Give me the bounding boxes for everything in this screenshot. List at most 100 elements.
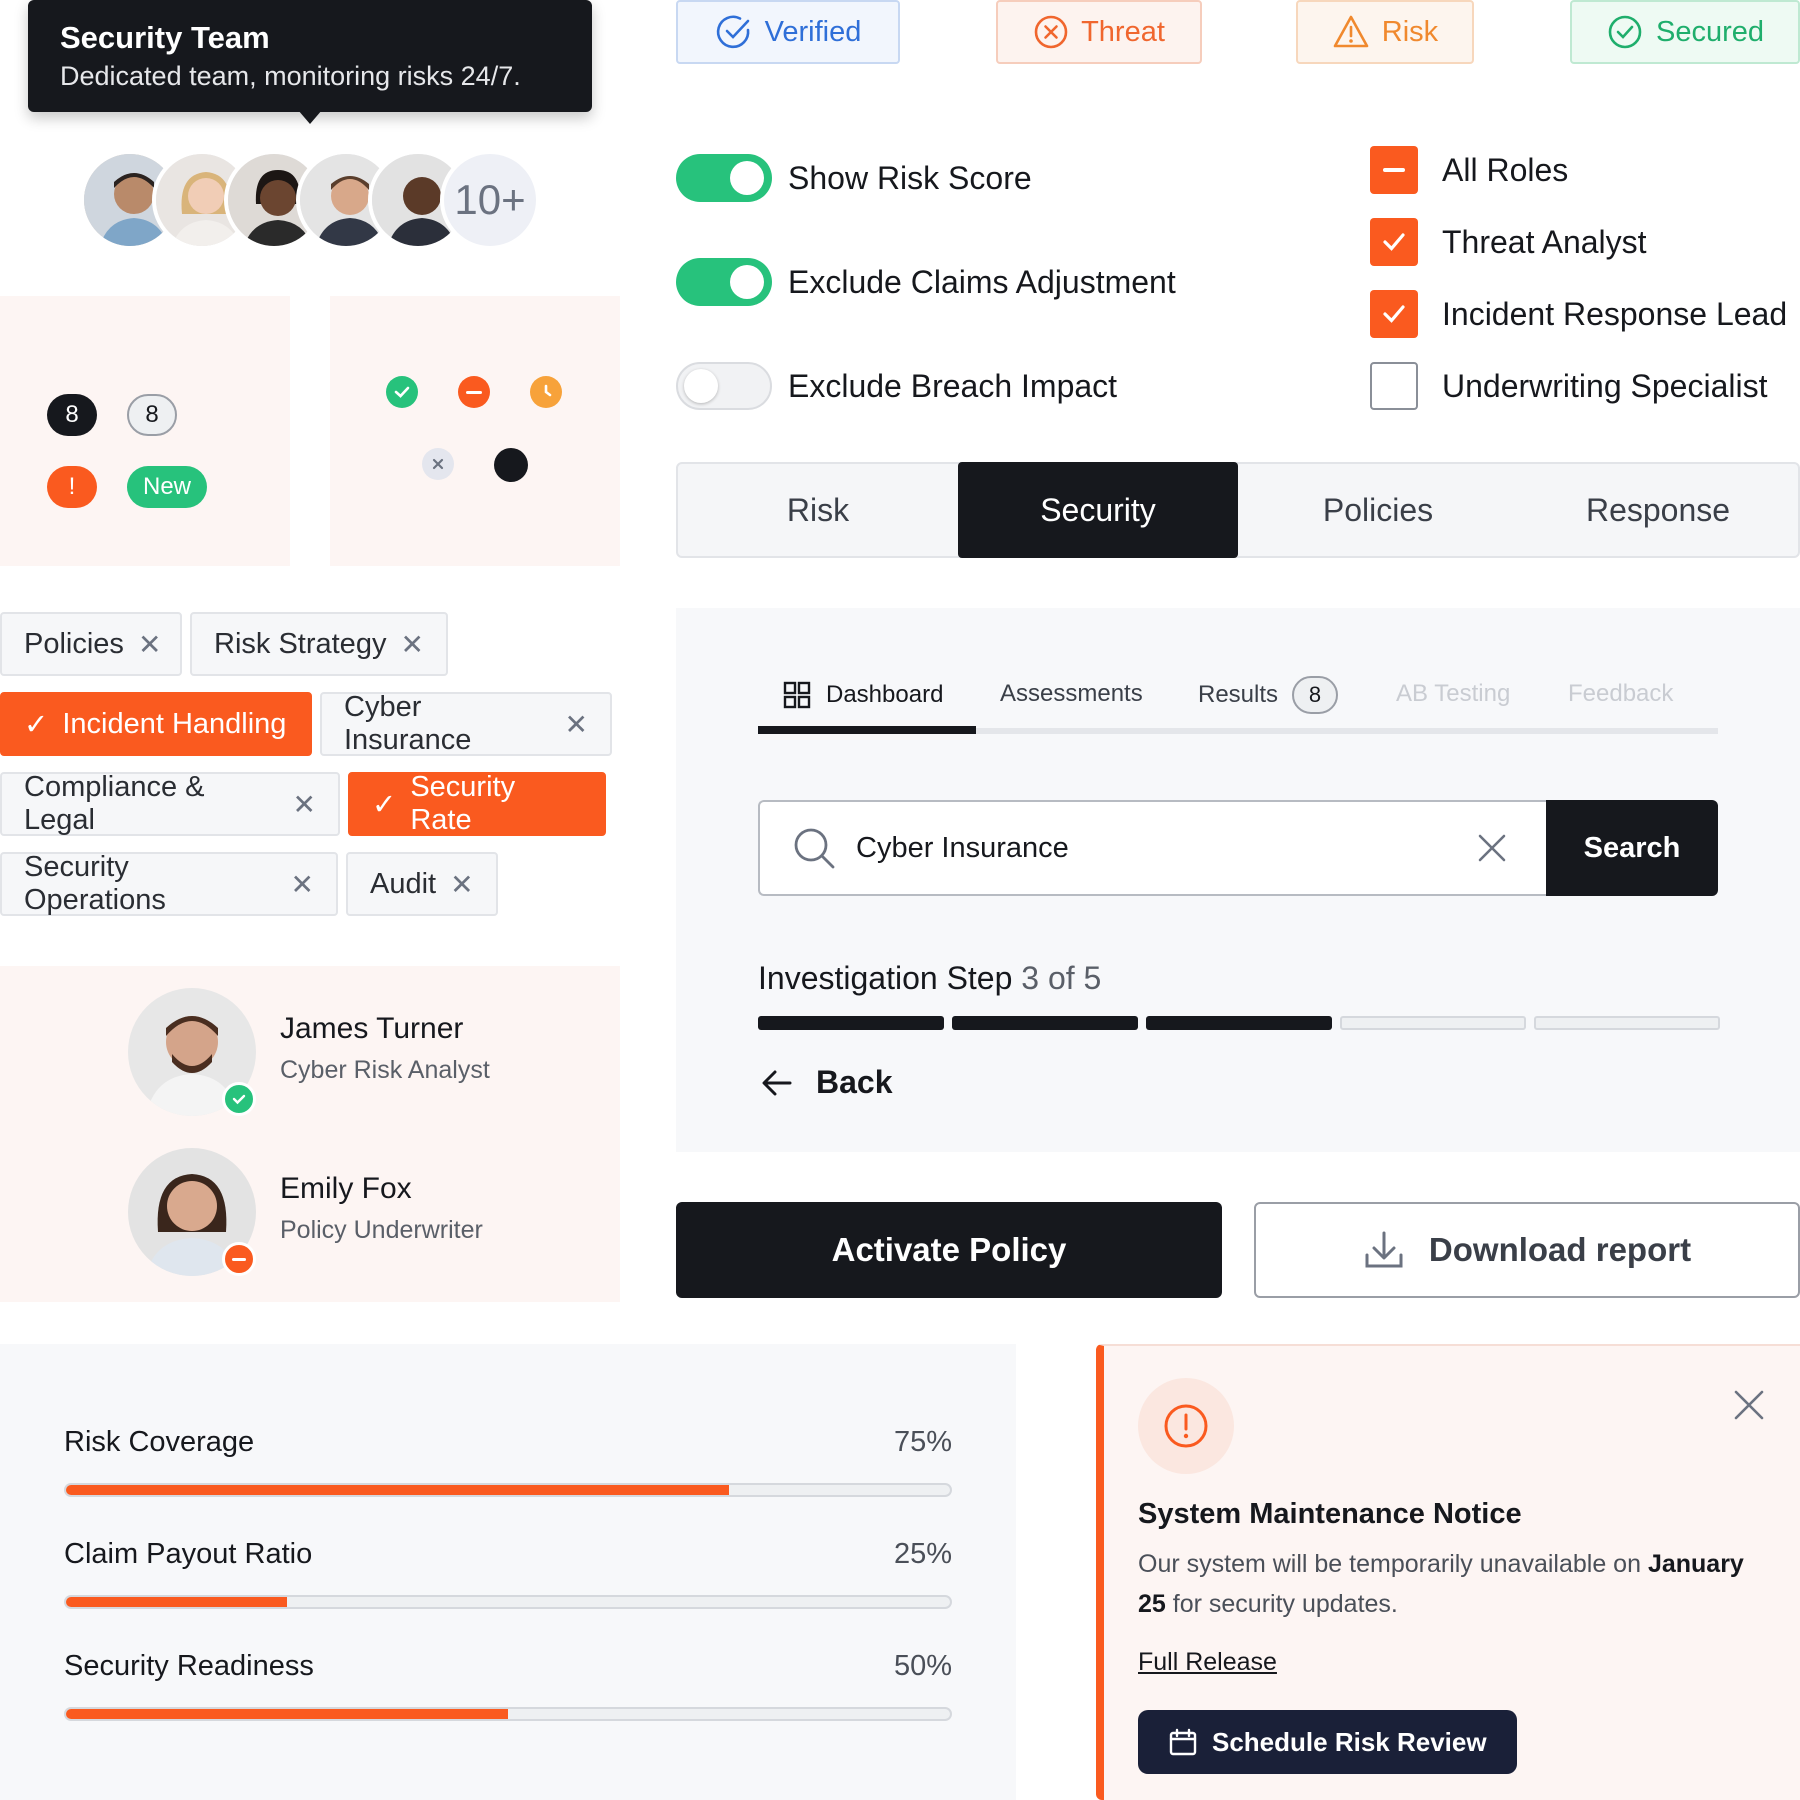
warning-triangle-icon bbox=[1333, 15, 1369, 48]
badge-panel: 8 8 ! New bbox=[0, 296, 290, 566]
close-icon[interactable] bbox=[1732, 1388, 1766, 1422]
stepper-segment bbox=[1340, 1016, 1526, 1030]
full-release-link[interactable]: Full Release bbox=[1138, 1648, 1277, 1677]
tab-label: Assessments bbox=[1000, 680, 1143, 707]
progress-fill bbox=[66, 1485, 729, 1495]
progress-fill bbox=[66, 1597, 287, 1607]
notice-text: Our system will be temporarily unavailab… bbox=[1138, 1550, 1641, 1578]
progress-row: Security Readiness 50% bbox=[64, 1650, 952, 1721]
clear-icon[interactable] bbox=[1476, 832, 1508, 864]
status-pill-threat: Threat bbox=[996, 0, 1202, 64]
person-name: Emily Fox bbox=[280, 1172, 412, 1205]
person-name: James Turner bbox=[280, 1012, 464, 1045]
stepper-segment bbox=[1534, 1016, 1720, 1030]
stepper-progress: 3 of 5 bbox=[1021, 960, 1102, 996]
person-avatar[interactable] bbox=[128, 988, 256, 1116]
search-input[interactable]: Cyber Insurance bbox=[856, 832, 1476, 865]
close-status-icon bbox=[422, 448, 454, 480]
chip-policies[interactable]: Policies ✕ bbox=[0, 612, 182, 676]
toggle-label: Show Risk Score bbox=[788, 159, 1032, 196]
checkbox-underwriting-specialist[interactable]: Underwriting Specialist bbox=[1370, 362, 1767, 410]
check-icon: ✓ bbox=[372, 788, 397, 821]
chip-security-operations[interactable]: Security Operations ✕ bbox=[0, 851, 338, 916]
status-pill-secured: Secured bbox=[1570, 0, 1800, 64]
maintenance-notice: System Maintenance Notice Our system wil… bbox=[1096, 1344, 1800, 1800]
tab-dashboard[interactable]: Dashboard bbox=[782, 680, 943, 710]
toggle-label: Exclude Breach Impact bbox=[788, 367, 1118, 404]
tooltip-title: Security Team bbox=[60, 20, 270, 55]
tab-assessments[interactable]: Assessments bbox=[1000, 680, 1143, 708]
toggle-switch[interactable] bbox=[676, 154, 772, 202]
arrow-left-icon bbox=[762, 1070, 792, 1095]
tab-security[interactable]: Security bbox=[958, 462, 1238, 558]
toggle-switch[interactable] bbox=[676, 362, 772, 410]
chip-label: Security Rate bbox=[410, 771, 516, 836]
download-report-button[interactable]: Download report bbox=[1254, 1202, 1800, 1298]
tab-feedback: Feedback bbox=[1568, 680, 1673, 708]
avatar-group[interactable]: 10+ bbox=[80, 150, 540, 250]
progress-panel: Risk Coverage 75% Claim Payout Ratio 25%… bbox=[0, 1344, 1016, 1800]
chip-security-rate[interactable]: ✓ Security Rate bbox=[348, 771, 606, 836]
status-pill-risk: Risk bbox=[1296, 0, 1474, 64]
tab-policies[interactable]: Policies bbox=[1238, 464, 1518, 556]
checkbox-label: Underwriting Specialist bbox=[1442, 367, 1768, 404]
activate-policy-button[interactable]: Activate Policy bbox=[676, 1202, 1222, 1298]
tab-label: AB Testing bbox=[1396, 680, 1511, 707]
toggle-switch[interactable] bbox=[676, 258, 772, 306]
chip-cyber-insurance[interactable]: Cyber Insurance ✕ bbox=[320, 691, 612, 756]
tab-response[interactable]: Response bbox=[1518, 464, 1798, 556]
progress-row: Risk Coverage 75% bbox=[64, 1426, 952, 1497]
checkbox-incident-response-lead[interactable]: Incident Response Lead bbox=[1370, 290, 1787, 338]
remove-icon[interactable]: ✕ bbox=[400, 628, 423, 661]
chip-audit[interactable]: Audit ✕ bbox=[346, 852, 498, 916]
chip-compliance-legal[interactable]: Compliance & Legal ✕ bbox=[0, 771, 340, 836]
button-label: Schedule Risk Review bbox=[1212, 1726, 1487, 1757]
remove-icon[interactable]: ✕ bbox=[450, 868, 473, 901]
busy-status-icon bbox=[222, 1242, 256, 1276]
checkmark-icon[interactable] bbox=[1370, 290, 1418, 338]
chip-label: Security Operations bbox=[24, 851, 166, 916]
toggle-exclude-claims-adjustment[interactable]: Exclude Claims Adjustment bbox=[676, 258, 1176, 306]
chip-risk-strategy[interactable]: Risk Strategy ✕ bbox=[190, 612, 448, 676]
progress-row: Claim Payout Ratio 25% bbox=[64, 1538, 952, 1609]
chip-label: Risk Strategy bbox=[214, 627, 387, 660]
checkbox-all-roles[interactable]: All Roles bbox=[1370, 146, 1568, 194]
tab-results[interactable]: Results 8 bbox=[1198, 676, 1339, 714]
status-dot-panel bbox=[330, 296, 620, 566]
toggle-show-risk-score[interactable]: Show Risk Score bbox=[676, 154, 1032, 202]
tooltip-arrow bbox=[298, 110, 322, 124]
status-pill-label: Verified bbox=[764, 15, 862, 48]
stepper-label: Investigation Step bbox=[758, 960, 1013, 996]
checkbox-box[interactable] bbox=[1370, 362, 1418, 410]
back-button[interactable]: Back bbox=[760, 1064, 893, 1101]
stepper-heading: Investigation Step 3 of 5 bbox=[758, 960, 1101, 997]
avatar-overflow-count[interactable]: 10+ bbox=[440, 150, 540, 250]
check-circle-icon bbox=[716, 15, 749, 49]
tab-ab-testing: AB Testing bbox=[1396, 680, 1510, 708]
person-role: Policy Underwriter bbox=[280, 1216, 483, 1244]
chip-incident-handling[interactable]: ✓ Incident Handling bbox=[0, 692, 312, 756]
chip-label: Policies bbox=[24, 627, 124, 660]
notice-body: Our system will be temporarily unavailab… bbox=[1138, 1544, 1758, 1624]
alert-badge: ! bbox=[47, 466, 97, 508]
remove-icon[interactable]: ✕ bbox=[565, 708, 588, 741]
remove-icon[interactable]: ✕ bbox=[291, 868, 314, 901]
schedule-risk-review-button[interactable]: Schedule Risk Review bbox=[1138, 1710, 1517, 1774]
new-badge: New bbox=[127, 466, 208, 508]
remove-icon[interactable]: ✕ bbox=[293, 788, 316, 821]
remove-icon[interactable]: ✕ bbox=[138, 628, 161, 661]
tab-risk[interactable]: Risk bbox=[678, 464, 958, 556]
progress-label: Risk Coverage bbox=[64, 1426, 255, 1458]
checkbox-threat-analyst[interactable]: Threat Analyst bbox=[1370, 218, 1647, 266]
indeterminate-icon[interactable] bbox=[1370, 146, 1418, 194]
person-avatar[interactable] bbox=[128, 1148, 256, 1276]
search-field[interactable]: Cyber Insurance bbox=[758, 800, 1546, 896]
tab-label: Feedback bbox=[1568, 680, 1674, 707]
toggle-exclude-breach-impact[interactable]: Exclude Breach Impact bbox=[676, 362, 1117, 410]
chip-label: Compliance & Legal bbox=[24, 771, 205, 836]
checkmark-icon[interactable] bbox=[1370, 218, 1418, 266]
search-button[interactable]: Search bbox=[1546, 800, 1718, 896]
progress-percent: 25% bbox=[893, 1538, 952, 1570]
count-badge-dark: 8 bbox=[47, 394, 97, 436]
toggle-label: Exclude Claims Adjustment bbox=[788, 263, 1176, 300]
